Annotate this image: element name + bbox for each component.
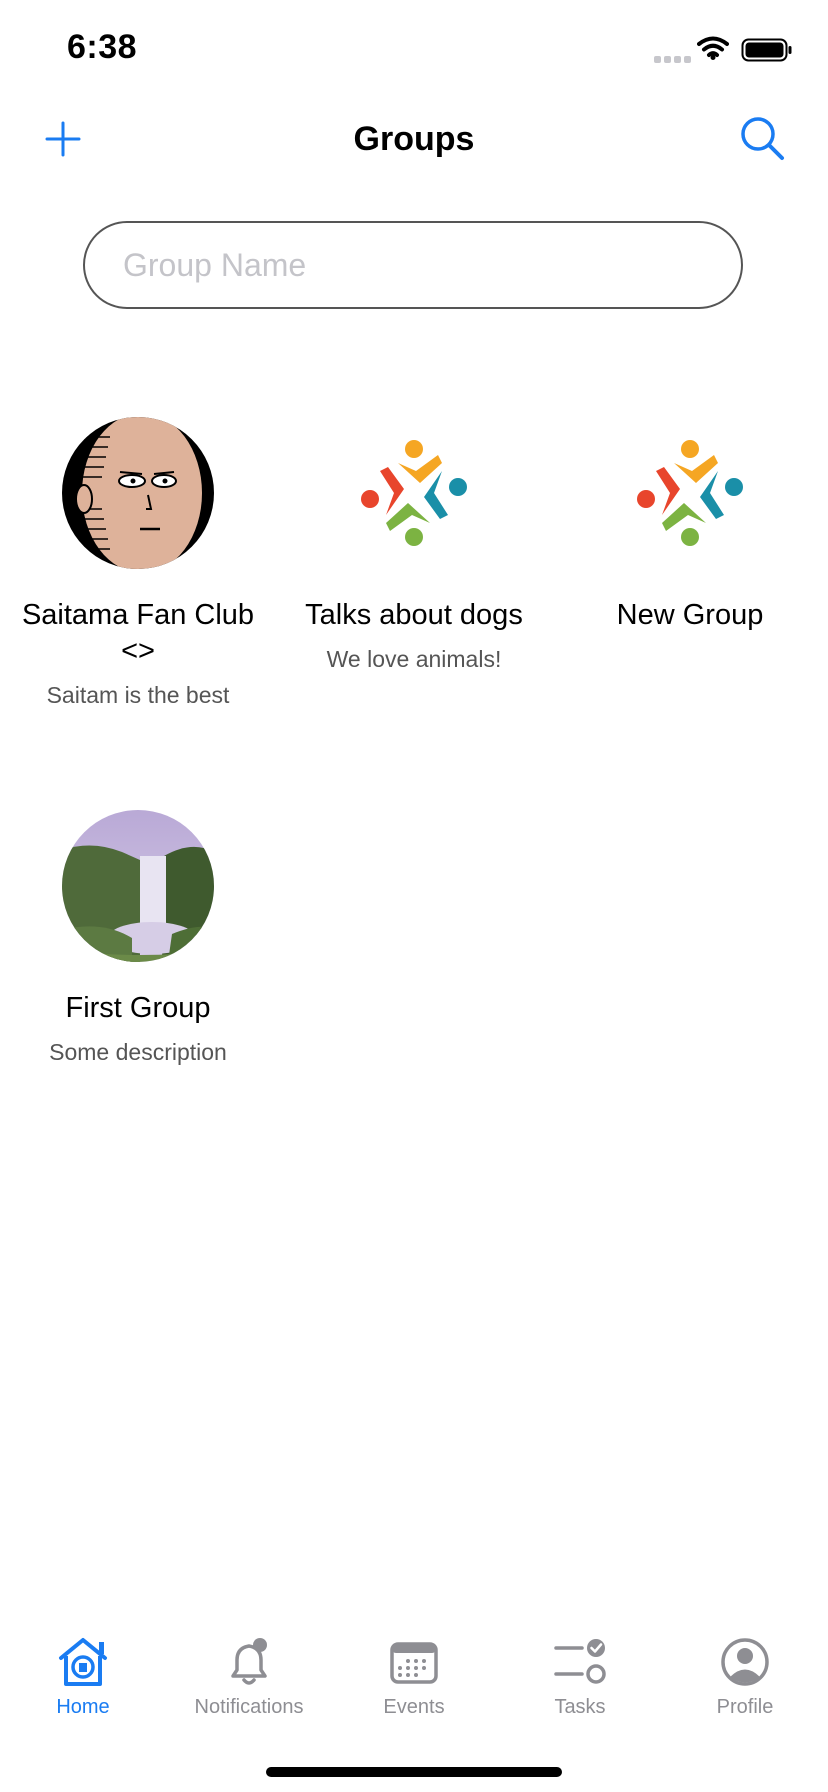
tab-label: Events <box>383 1696 445 1718</box>
tab-notifications[interactable]: Notifications <box>166 1612 332 1719</box>
wifi-icon <box>697 36 729 60</box>
group-card-talks-about-dogs[interactable]: Talks about dogs We love animals! <box>279 417 549 673</box>
tab-bar: Home Notifications Events Tasks Profile <box>0 1612 828 1732</box>
profile-icon <box>721 1638 769 1686</box>
group-card-saitama[interactable]: Saitama Fan Club <> Saitam is the best <box>3 417 273 709</box>
group-avatar-waterfall <box>62 810 214 962</box>
status-time: 6:38 <box>67 28 138 66</box>
group-name: New Group <box>616 599 764 631</box>
navigation-bar: Groups <box>0 100 828 180</box>
battery-icon <box>741 38 792 62</box>
tab-home[interactable]: Home <box>0 1612 166 1719</box>
tasks-icon <box>554 1639 606 1684</box>
tab-label: Notifications <box>194 1696 304 1718</box>
group-card-first-group[interactable]: First Group Some description <box>3 810 273 1066</box>
group-avatar-people-logo <box>338 417 490 569</box>
status-bar: 6:38 <box>0 0 828 100</box>
bell-icon <box>231 1638 267 1685</box>
group-description: Some description <box>49 1039 227 1065</box>
group-name: First Group <box>65 992 211 1024</box>
group-description: Saitam is the best <box>46 682 230 708</box>
tab-profile[interactable]: Profile <box>662 1612 828 1719</box>
group-name-search-input[interactable] <box>83 221 743 309</box>
tab-events[interactable]: Events <box>331 1612 497 1719</box>
group-name: Saitama Fan Club <> <box>21 599 255 667</box>
group-avatar-people-logo <box>614 417 766 569</box>
search-button[interactable] <box>736 112 790 166</box>
calendar-icon <box>390 1642 438 1684</box>
group-description: We love animals! <box>326 646 502 672</box>
tab-label: Profile <box>716 1696 774 1718</box>
home-indicator <box>266 1767 562 1777</box>
group-avatar-saitama <box>62 417 214 569</box>
tab-tasks[interactable]: Tasks <box>497 1612 663 1719</box>
page-title: Groups <box>353 120 475 158</box>
search-icon <box>741 117 784 160</box>
tab-label: Home <box>56 1696 110 1718</box>
group-name: Talks about dogs <box>305 599 523 631</box>
tab-label: Tasks <box>554 1696 606 1718</box>
home-icon <box>59 1638 107 1686</box>
group-card-new-group[interactable]: New Group <box>555 417 825 645</box>
cellular-signal-icon <box>654 56 691 63</box>
